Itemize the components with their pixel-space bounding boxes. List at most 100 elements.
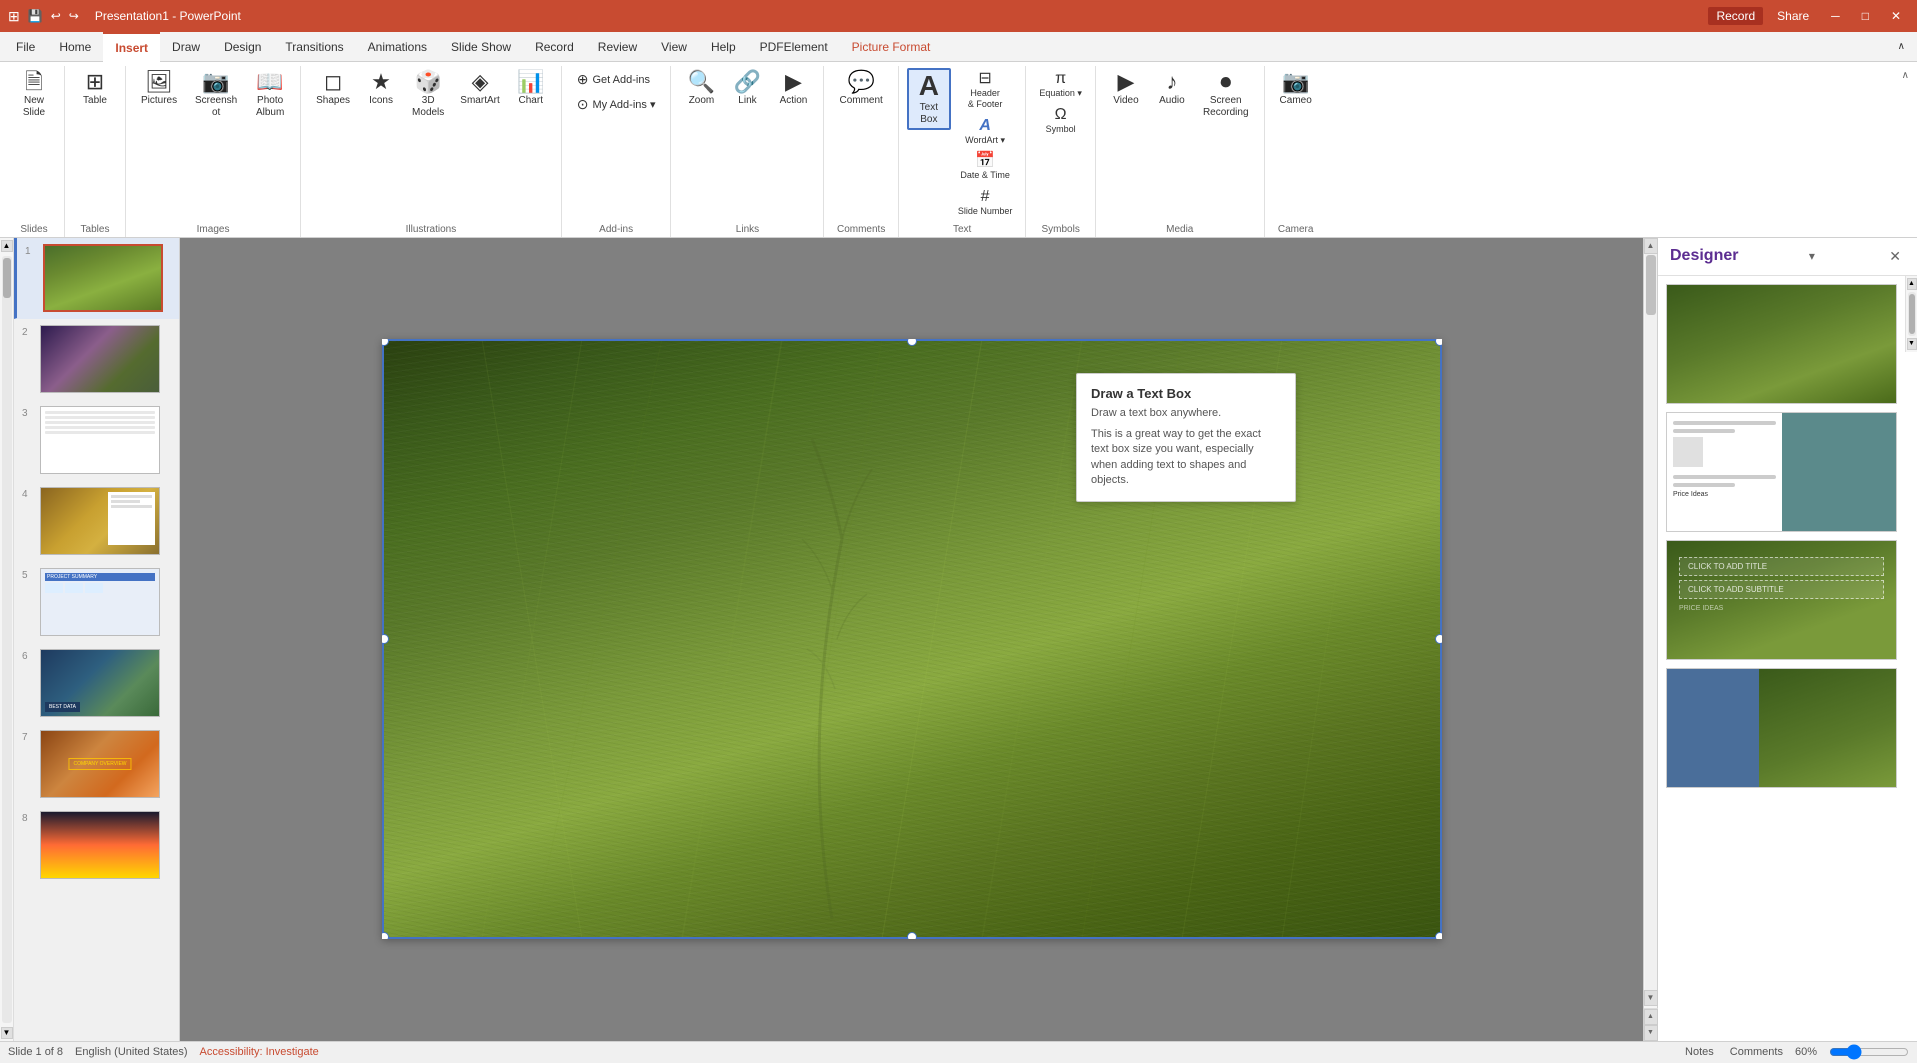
zoom-slider[interactable] bbox=[1829, 1044, 1909, 1060]
scroll-down-btn[interactable]: ▼ bbox=[1, 1027, 13, 1039]
tab-insert[interactable]: Insert bbox=[103, 32, 160, 62]
maximize-button[interactable]: □ bbox=[1854, 7, 1877, 25]
screenshot-button[interactable]: 📷 Screenshot bbox=[186, 68, 246, 122]
accessibility-info[interactable]: Accessibility: Investigate bbox=[200, 1046, 319, 1058]
comments-btn[interactable]: Comments bbox=[1726, 1044, 1787, 1060]
photo-album-button[interactable]: 📖 PhotoAlbum bbox=[248, 68, 292, 122]
close-button[interactable]: ✕ bbox=[1883, 7, 1909, 25]
designer-scroll-down[interactable]: ▼ bbox=[1907, 338, 1917, 350]
design-card-2[interactable]: Price Ideas bbox=[1666, 412, 1897, 532]
ribbon-expand-btn[interactable]: ∧ bbox=[1898, 66, 1913, 85]
zoom-arrows-down[interactable]: ▼ bbox=[1644, 1025, 1658, 1041]
app-menu-icon[interactable]: ⊞ bbox=[8, 8, 20, 25]
slide-thumb-5[interactable]: 5 PROJECT SUMMARY bbox=[14, 562, 179, 643]
chart-button[interactable]: 📊 Chart bbox=[509, 68, 553, 110]
handle-bottom-right[interactable] bbox=[1435, 932, 1442, 939]
handle-top-center[interactable] bbox=[907, 339, 917, 346]
designer-body: Price Ideas CLICK TO ADD TITLE CLICK TO … bbox=[1658, 276, 1905, 796]
scroll-thumb-left[interactable] bbox=[3, 258, 11, 298]
tab-pdfelement[interactable]: PDFElement bbox=[748, 32, 840, 62]
minimize-button[interactable]: ─ bbox=[1823, 7, 1848, 25]
link-button[interactable]: 🔗 Link bbox=[725, 68, 769, 110]
group-media: ▶ Video ♪ Audio ⏺ ScreenRecording Media bbox=[1096, 66, 1265, 237]
new-slide-button[interactable]: 🗎 NewSlide bbox=[12, 68, 56, 122]
wordart-button[interactable]: A WordArt ▾ bbox=[953, 115, 1018, 149]
video-button[interactable]: ▶ Video bbox=[1104, 68, 1148, 110]
scroll-up-btn[interactable]: ▲ bbox=[1, 240, 13, 252]
designer-close-btn[interactable]: ✕ bbox=[1885, 246, 1905, 267]
smartart-button[interactable]: ◈ SmartArt bbox=[453, 68, 506, 110]
cameo-button[interactable]: 📷 Cameo bbox=[1273, 68, 1319, 110]
slide-num-2: 2 bbox=[22, 327, 34, 338]
doc-line-3 bbox=[45, 421, 155, 424]
tab-animations[interactable]: Animations bbox=[356, 32, 439, 62]
handle-middle-right[interactable] bbox=[1435, 634, 1442, 644]
tab-view[interactable]: View bbox=[649, 32, 699, 62]
tab-record[interactable]: Record bbox=[523, 32, 586, 62]
tab-draw[interactable]: Draw bbox=[160, 32, 212, 62]
table-button[interactable]: ⊞ Table bbox=[73, 68, 117, 110]
slide-2-bg bbox=[41, 326, 159, 392]
handle-middle-left[interactable] bbox=[382, 634, 389, 644]
icons-button[interactable]: ★ Icons bbox=[359, 68, 403, 110]
slide-thumb-8[interactable]: 8 bbox=[14, 805, 179, 886]
my-addins-button[interactable]: ⊙ My Add-ins ▾ bbox=[570, 93, 663, 116]
shapes-button[interactable]: ◻ Shapes bbox=[309, 68, 357, 110]
pictures-button[interactable]: 🖼 Pictures bbox=[134, 68, 184, 110]
comment-button[interactable]: 💬 Comment bbox=[832, 68, 889, 110]
handle-bottom-left[interactable] bbox=[382, 932, 389, 939]
screen-recording-button[interactable]: ⏺ ScreenRecording bbox=[1196, 68, 1256, 122]
share-button[interactable]: Share bbox=[1769, 7, 1817, 25]
designer-scroll-up[interactable]: ▲ bbox=[1907, 278, 1917, 290]
quick-access-save[interactable]: 💾 bbox=[28, 9, 43, 23]
group-comments-items: 💬 Comment bbox=[832, 66, 889, 222]
tab-review[interactable]: Review bbox=[586, 32, 649, 62]
tab-slideshow[interactable]: Slide Show bbox=[439, 32, 523, 62]
design-card-split-right bbox=[1782, 413, 1897, 531]
designer-dropdown-icon[interactable]: ▾ bbox=[1809, 249, 1815, 263]
design-card-4[interactable] bbox=[1666, 668, 1897, 788]
handle-top-right[interactable] bbox=[1435, 339, 1442, 346]
action-button[interactable]: ▶ Action bbox=[771, 68, 815, 110]
zoom-button[interactable]: 🔍 Zoom bbox=[679, 68, 723, 110]
vscroll-down-btn[interactable]: ▼ bbox=[1644, 990, 1658, 1006]
design-card-1[interactable] bbox=[1666, 284, 1897, 404]
collapse-ribbon[interactable]: ∧ bbox=[1886, 32, 1917, 62]
handle-bottom-center[interactable] bbox=[907, 932, 917, 939]
text-box-button[interactable]: A TextBox bbox=[907, 68, 951, 130]
get-addins-button[interactable]: ⊕ Get Add-ins bbox=[570, 68, 663, 91]
group-camera-items: 📷 Cameo bbox=[1273, 66, 1319, 222]
slide-num-8: 8 bbox=[22, 813, 34, 824]
action-icon: ▶ bbox=[785, 71, 802, 93]
date-time-button[interactable]: 📅 Date & Time bbox=[953, 150, 1018, 184]
header-footer-button[interactable]: ⊟ Header& Footer bbox=[953, 68, 1018, 113]
slide-thumb-3[interactable]: 3 bbox=[14, 400, 179, 481]
slide-number-button[interactable]: # Slide Number bbox=[953, 186, 1018, 220]
slide-thumb-4[interactable]: 4 bbox=[14, 481, 179, 562]
slide-thumb-2[interactable]: 2 bbox=[14, 319, 179, 400]
quick-access-redo[interactable]: ↪ bbox=[69, 9, 79, 23]
notes-btn[interactable]: Notes bbox=[1681, 1044, 1718, 1060]
tab-design[interactable]: Design bbox=[212, 32, 273, 62]
vscroll-thumb[interactable] bbox=[1646, 255, 1656, 315]
tab-picture-format[interactable]: Picture Format bbox=[840, 32, 943, 62]
zoom-arrows-up[interactable]: ▲ bbox=[1644, 1009, 1658, 1025]
audio-button[interactable]: ♪ Audio bbox=[1150, 68, 1194, 110]
vscroll-up-btn[interactable]: ▲ bbox=[1644, 238, 1658, 254]
symbol-button[interactable]: Ω Symbol bbox=[1034, 104, 1087, 138]
equation-button[interactable]: π Equation ▾ bbox=[1034, 68, 1087, 102]
record-button[interactable]: Record bbox=[1708, 7, 1763, 25]
3d-models-button[interactable]: 🎲 3DModels bbox=[405, 68, 451, 122]
tab-help[interactable]: Help bbox=[699, 32, 748, 62]
slide-thumb-1[interactable]: 1 bbox=[14, 238, 179, 319]
designer-scroll-thumb[interactable] bbox=[1909, 294, 1915, 334]
tab-file[interactable]: File bbox=[4, 32, 47, 62]
slide-thumb-6[interactable]: 6 BEST DATA bbox=[14, 643, 179, 724]
design-card-3[interactable]: CLICK TO ADD TITLE CLICK TO ADD SUBTITLE… bbox=[1666, 540, 1897, 660]
quick-access-undo[interactable]: ↩ bbox=[51, 9, 61, 23]
slide-thumb-7[interactable]: 7 COMPANY OVERVIEW bbox=[14, 724, 179, 805]
handle-top-left[interactable] bbox=[382, 339, 389, 346]
slide-4-bg bbox=[41, 488, 159, 554]
tab-transitions[interactable]: Transitions bbox=[273, 32, 355, 62]
tab-home[interactable]: Home bbox=[47, 32, 103, 62]
